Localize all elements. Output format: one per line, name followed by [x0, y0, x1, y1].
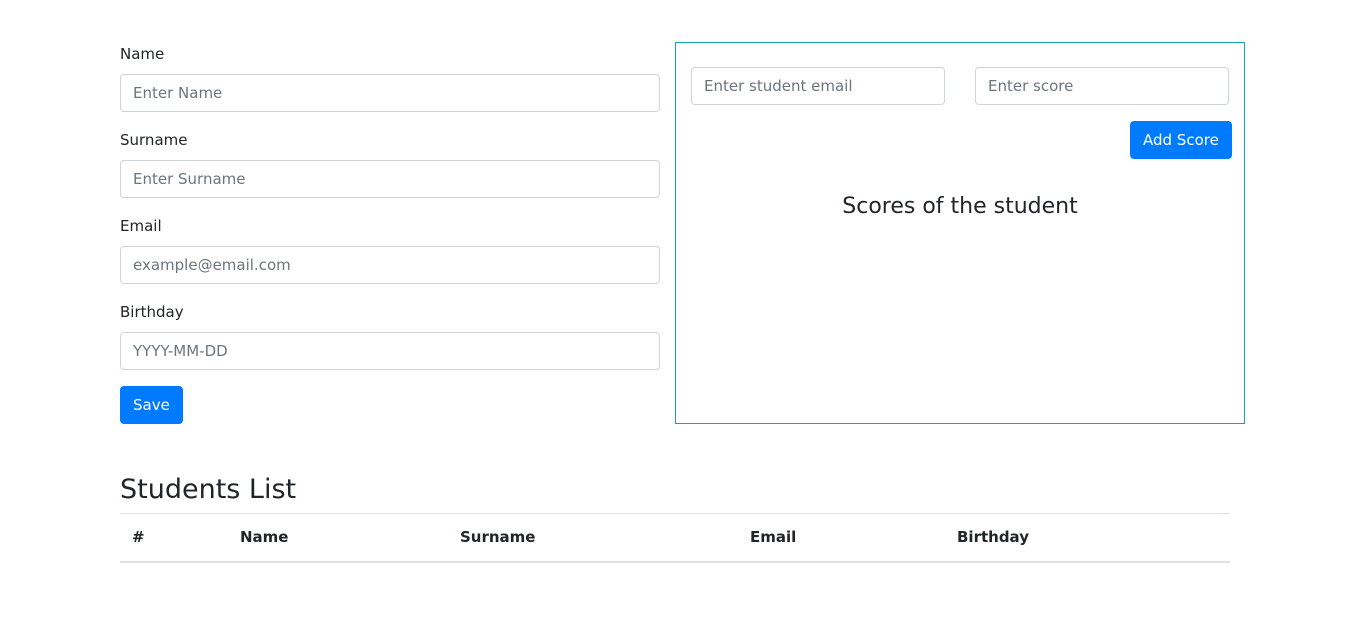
column-header-index: #	[120, 513, 228, 563]
add-score-button[interactable]: Add Score	[1130, 121, 1232, 159]
table-header-row: # Name Surname Email Birthday	[120, 513, 1230, 563]
save-button[interactable]: Save	[120, 386, 183, 424]
birthday-label: Birthday	[120, 303, 184, 321]
name-input[interactable]	[120, 74, 660, 112]
score-input[interactable]	[975, 67, 1229, 105]
student-email-input[interactable]	[691, 67, 945, 105]
scores-title: Scores of the student	[842, 194, 1078, 219]
scores-panel: Add Score Scores of the student	[675, 42, 1245, 424]
students-list-title: Students List	[120, 474, 297, 505]
students-table: # Name Surname Email Birthday	[120, 513, 1230, 563]
birthday-input[interactable]	[120, 332, 660, 370]
column-header-surname: Surname	[448, 513, 738, 563]
column-header-name: Name	[228, 513, 448, 563]
page: Name Surname Email Birthday Save Add Sco…	[0, 0, 1352, 640]
column-header-email: Email	[738, 513, 945, 563]
surname-label: Surname	[120, 131, 188, 149]
students-table-header: # Name Surname Email Birthday	[120, 513, 1230, 563]
name-label: Name	[120, 45, 165, 63]
column-header-birthday: Birthday	[945, 513, 1230, 563]
email-label: Email	[120, 217, 162, 235]
surname-input[interactable]	[120, 160, 660, 198]
email-input[interactable]	[120, 246, 660, 284]
